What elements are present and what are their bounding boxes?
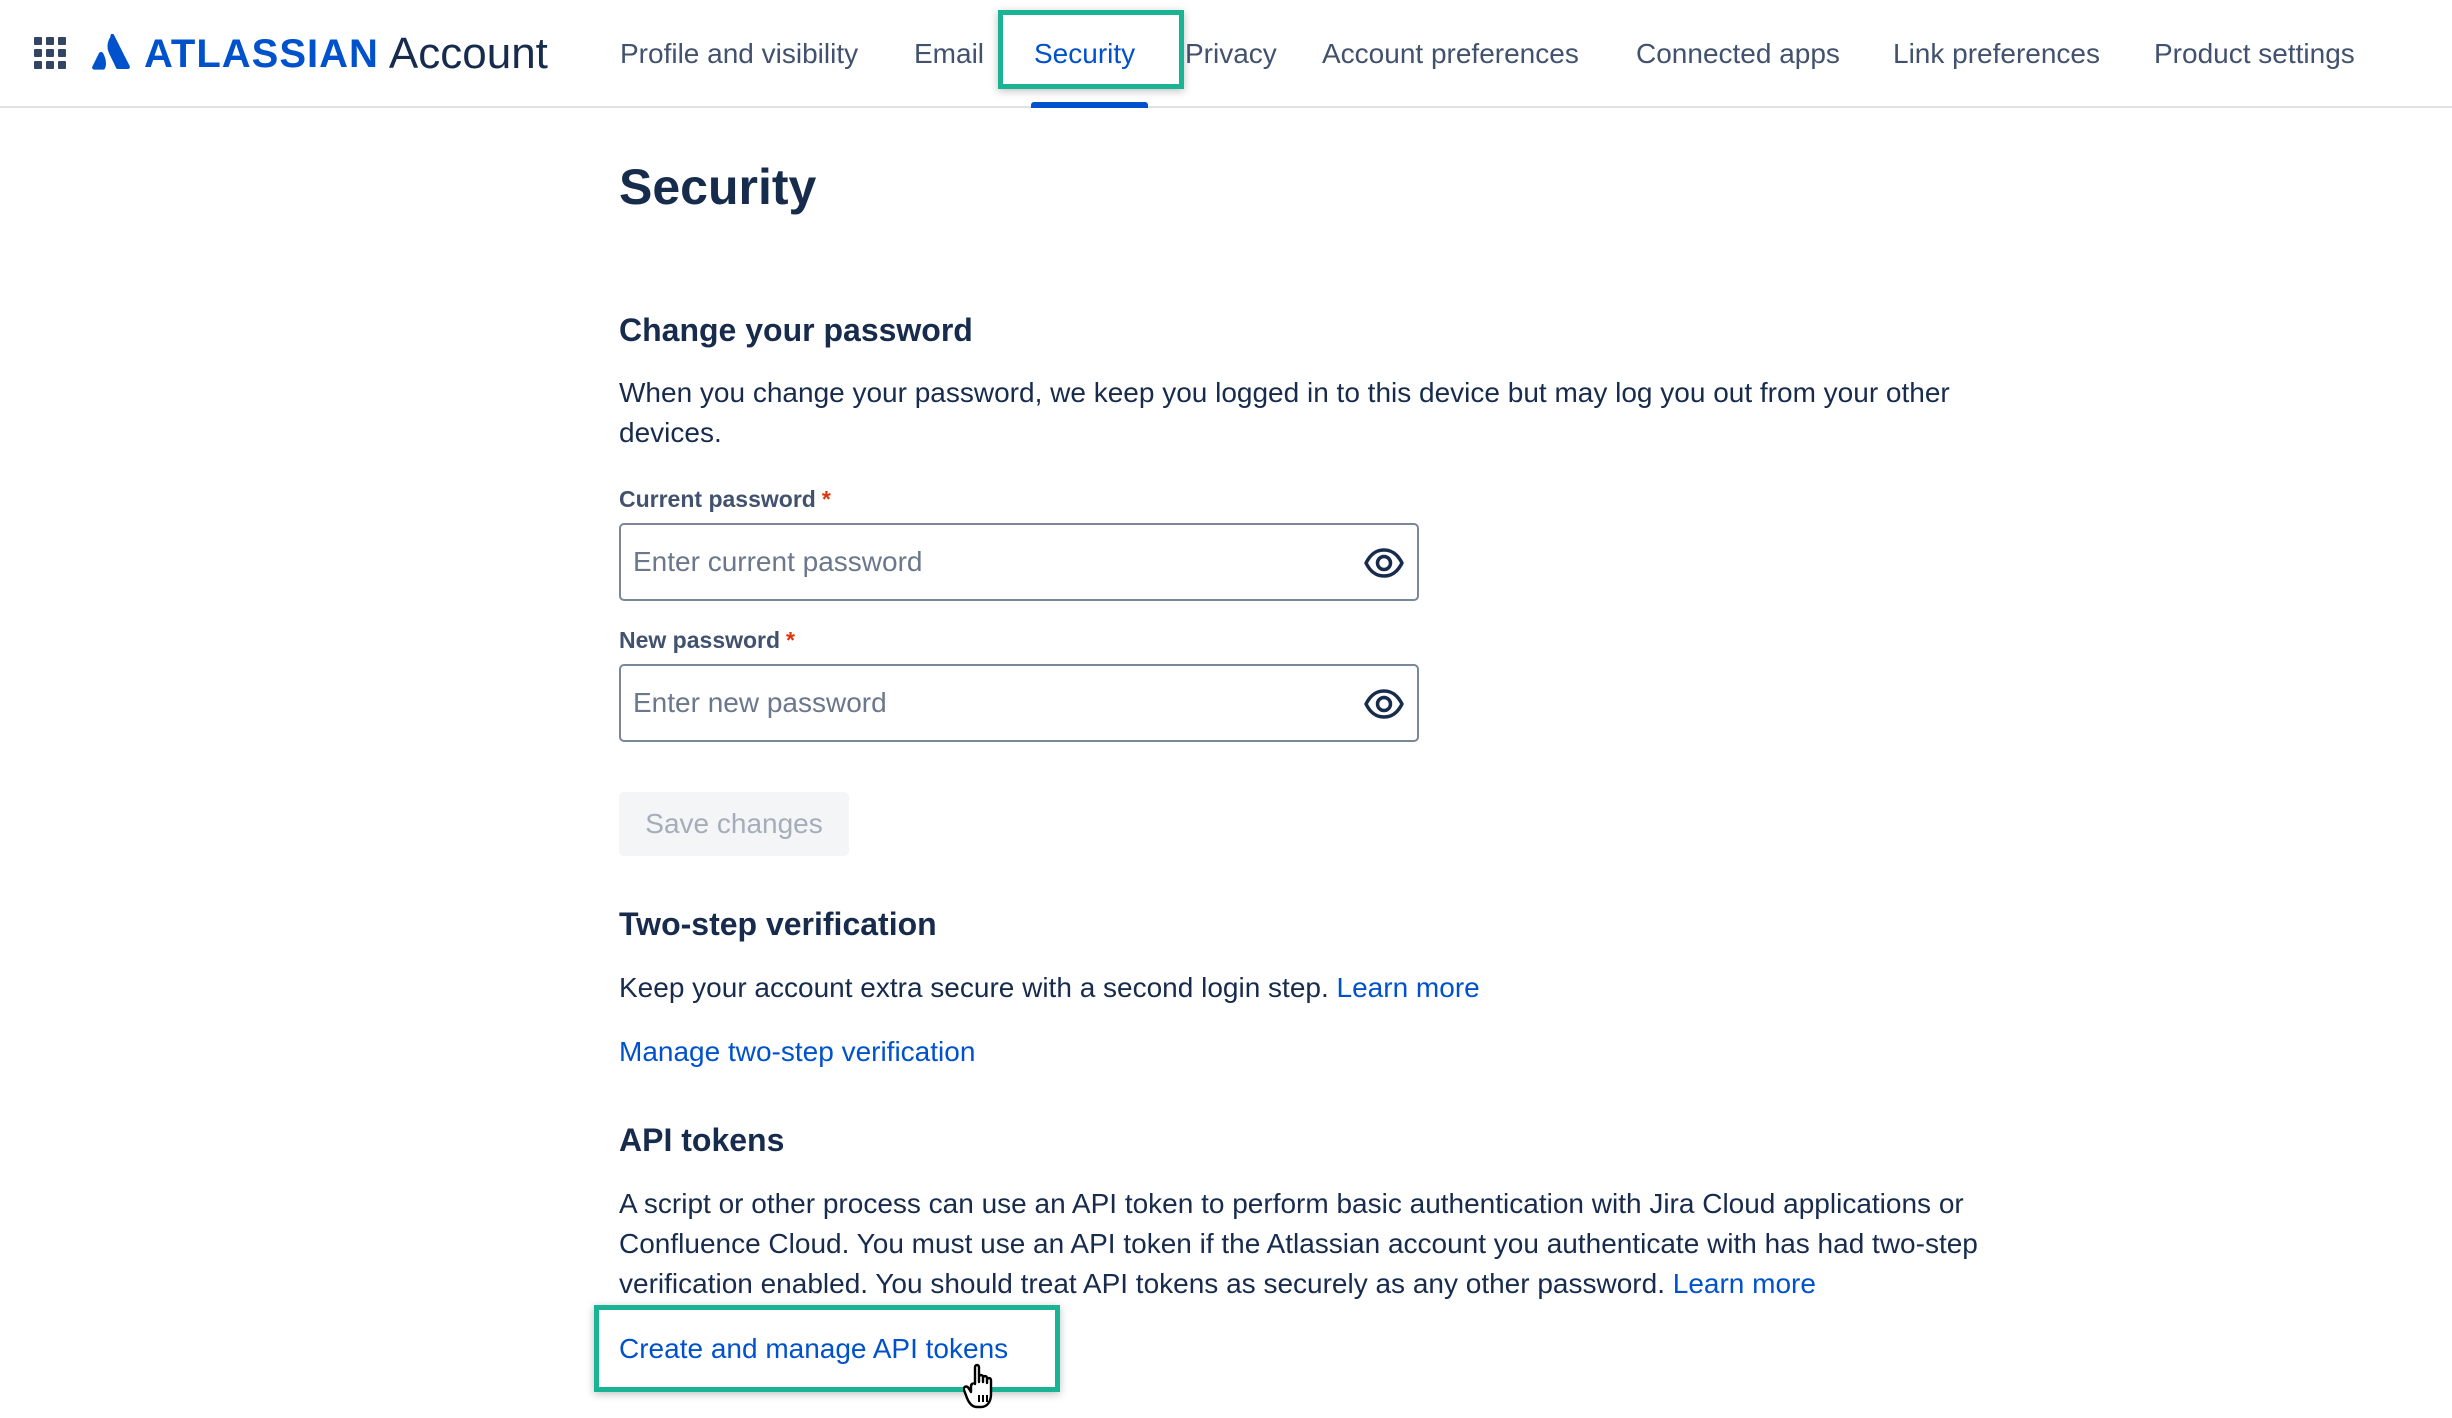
new-password-label-text: New password <box>619 627 781 653</box>
two-step-heading: Two-step verification <box>619 906 937 942</box>
current-password-label-text: Current password <box>619 486 816 512</box>
current-password-input[interactable] <box>633 525 1333 599</box>
new-password-field[interactable] <box>619 664 1419 742</box>
tab-security[interactable]: Security <box>1034 34 1135 74</box>
tab-link-preferences[interactable]: Link preferences <box>1893 34 2100 74</box>
current-password-label: Current password * <box>619 484 831 514</box>
required-indicator: * <box>821 486 831 512</box>
atlassian-logo[interactable]: ATLASSIAN Account <box>92 26 548 82</box>
api-tokens-description-block: A script or other process can use an API… <box>619 1184 2059 1304</box>
required-indicator: * <box>786 627 795 653</box>
tab-privacy[interactable]: Privacy <box>1185 34 1277 74</box>
two-step-description-line: Keep your account extra secure with a se… <box>619 968 2049 1008</box>
tab-account-preferences[interactable]: Account preferences <box>1322 34 1579 74</box>
change-password-heading: Change your password <box>619 312 973 348</box>
current-password-field[interactable] <box>619 523 1419 601</box>
manage-two-step-link[interactable]: Manage two-step verification <box>619 1032 975 1072</box>
two-step-description: Keep your account extra secure with a se… <box>619 972 1329 1003</box>
page-title: Security <box>619 159 817 215</box>
create-manage-api-tokens-link[interactable]: Create and manage API tokens <box>619 1329 1008 1369</box>
active-tab-indicator <box>1031 102 1148 108</box>
new-password-label: New password * <box>619 625 795 655</box>
eye-icon[interactable] <box>1363 683 1405 725</box>
top-navigation: ATLASSIAN Account Profile and visibility… <box>0 0 2452 108</box>
api-tokens-heading: API tokens <box>619 1122 785 1158</box>
change-password-description: When you change your password, we keep y… <box>619 377 1950 448</box>
app-switcher-icon[interactable] <box>34 37 66 69</box>
new-password-input[interactable] <box>633 666 1333 740</box>
tab-product-settings[interactable]: Product settings <box>2154 34 2355 74</box>
two-step-learn-more-link[interactable]: Learn more <box>1337 972 1480 1003</box>
api-tokens-learn-more-link[interactable]: Learn more <box>1673 1268 1816 1299</box>
hand-cursor-icon <box>963 1363 993 1409</box>
tab-profile-and-visibility[interactable]: Profile and visibility <box>620 34 858 74</box>
tab-email[interactable]: Email <box>914 34 984 74</box>
save-changes-button[interactable]: Save changes <box>619 792 849 856</box>
logo-product-name: Account <box>388 29 548 78</box>
eye-icon[interactable] <box>1363 542 1405 584</box>
logo-wordmark: ATLASSIAN <box>144 31 379 76</box>
tab-connected-apps[interactable]: Connected apps <box>1636 34 1840 74</box>
atlassian-logo-icon <box>92 34 130 70</box>
